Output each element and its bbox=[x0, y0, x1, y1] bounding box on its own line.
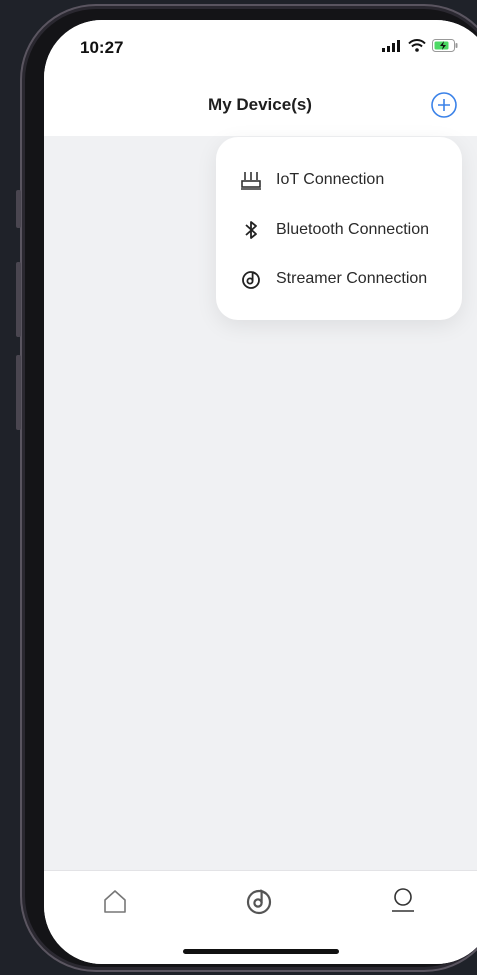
page-title: My Device(s) bbox=[208, 95, 312, 114]
status-bar: 10:27 bbox=[44, 20, 477, 70]
add-device-button[interactable] bbox=[430, 91, 458, 119]
menu-item-streamer-label: Streamer Connection bbox=[276, 270, 428, 287]
menu-item-bluetooth[interactable]: Bluetooth Connection bbox=[238, 215, 429, 245]
status-time: 10:27 bbox=[80, 38, 124, 57]
tab-music[interactable] bbox=[243, 885, 275, 917]
wifi-icon bbox=[408, 39, 426, 52]
home-icon bbox=[104, 890, 126, 913]
status-icons bbox=[382, 39, 458, 52]
battery-icon bbox=[432, 39, 458, 52]
menu-item-bluetooth-label: Bluetooth Connection bbox=[276, 221, 429, 238]
music-icon bbox=[246, 889, 272, 915]
tab-profile[interactable] bbox=[387, 885, 419, 917]
streamer-icon bbox=[238, 266, 264, 292]
menu-item-streamer[interactable]: Streamer Connection bbox=[238, 264, 427, 294]
tab-home[interactable] bbox=[99, 885, 131, 917]
home-indicator bbox=[183, 949, 339, 954]
menu-item-iot[interactable]: IoT Connection bbox=[238, 165, 384, 195]
user-icon bbox=[392, 888, 414, 912]
volume-down-button bbox=[16, 355, 21, 430]
add-connection-menu: IoT Connection Bluetooth Connection Stre… bbox=[216, 137, 462, 320]
menu-item-iot-label: IoT Connection bbox=[276, 171, 385, 188]
volume-up-button bbox=[16, 262, 21, 337]
header: My Device(s) bbox=[44, 70, 477, 136]
mute-switch bbox=[16, 190, 21, 228]
router-icon bbox=[238, 167, 264, 193]
signal-icon bbox=[382, 39, 400, 52]
bluetooth-icon bbox=[238, 217, 264, 243]
screen: 10:27 My Device(s) IoT Connection Blueto… bbox=[44, 20, 477, 964]
